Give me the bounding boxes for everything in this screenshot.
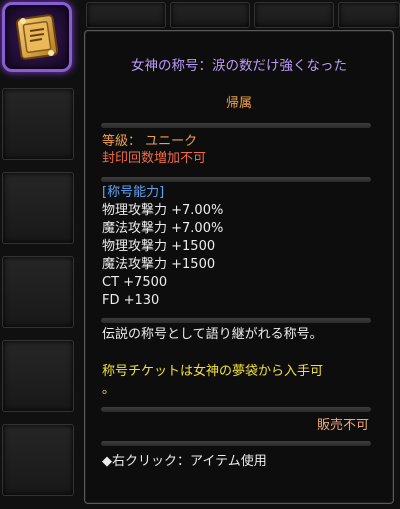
seal-restriction: 封印回数増加不可	[102, 151, 207, 166]
ability-line: FD +130	[102, 293, 160, 308]
divider	[101, 318, 371, 323]
inventory-slot[interactable]	[338, 2, 400, 28]
divider	[101, 177, 371, 182]
ability-line: 物理攻撃力 +1500	[102, 239, 216, 254]
inventory-slot[interactable]	[2, 172, 74, 244]
item-slot-selected[interactable]	[2, 2, 72, 72]
ability-line: 魔法攻撃力 +1500	[102, 257, 216, 272]
inventory-screen: 女神の称号：涙の数だけ強くなった 帰属 等級： ユニーク 封印回数増加不可 [称…	[0, 0, 400, 509]
inventory-slot[interactable]	[170, 2, 250, 28]
inventory-slot[interactable]	[2, 88, 74, 160]
title-scroll-icon	[15, 14, 59, 60]
not-for-sale: 販売不可	[316, 418, 369, 433]
ability-line: CT +7500	[102, 275, 168, 290]
inventory-slot[interactable]	[254, 2, 334, 28]
ability-header: [称号能力]	[102, 185, 165, 200]
divider	[101, 441, 371, 446]
item-title: 女神の称号：涙の数だけ強くなった	[131, 58, 347, 74]
inventory-slot[interactable]	[2, 256, 74, 328]
inventory-slot[interactable]	[2, 424, 74, 496]
ability-line: 魔法攻撃力 +7.00%	[102, 221, 224, 236]
ticket-info: 称号チケットは女神の夢袋から入手可	[102, 364, 324, 379]
item-description: 伝説の称号として語り継がれる称号。	[102, 327, 323, 342]
item-grade: 等級： ユニーク	[102, 134, 198, 149]
belong-status: 帰属	[225, 96, 252, 111]
ticket-info-cont: 。	[102, 382, 116, 397]
inventory-slot[interactable]	[86, 2, 166, 28]
divider	[101, 123, 371, 128]
item-tooltip: 女神の称号：涙の数だけ強くなった 帰属 等級： ユニーク 封印回数増加不可 [称…	[84, 30, 394, 504]
inventory-slot[interactable]	[2, 340, 74, 412]
ability-line: 物理攻撃力 +7.00%	[102, 203, 224, 218]
divider	[101, 407, 371, 412]
right-click-hint: ◆右クリック：アイテム使用	[102, 454, 267, 469]
